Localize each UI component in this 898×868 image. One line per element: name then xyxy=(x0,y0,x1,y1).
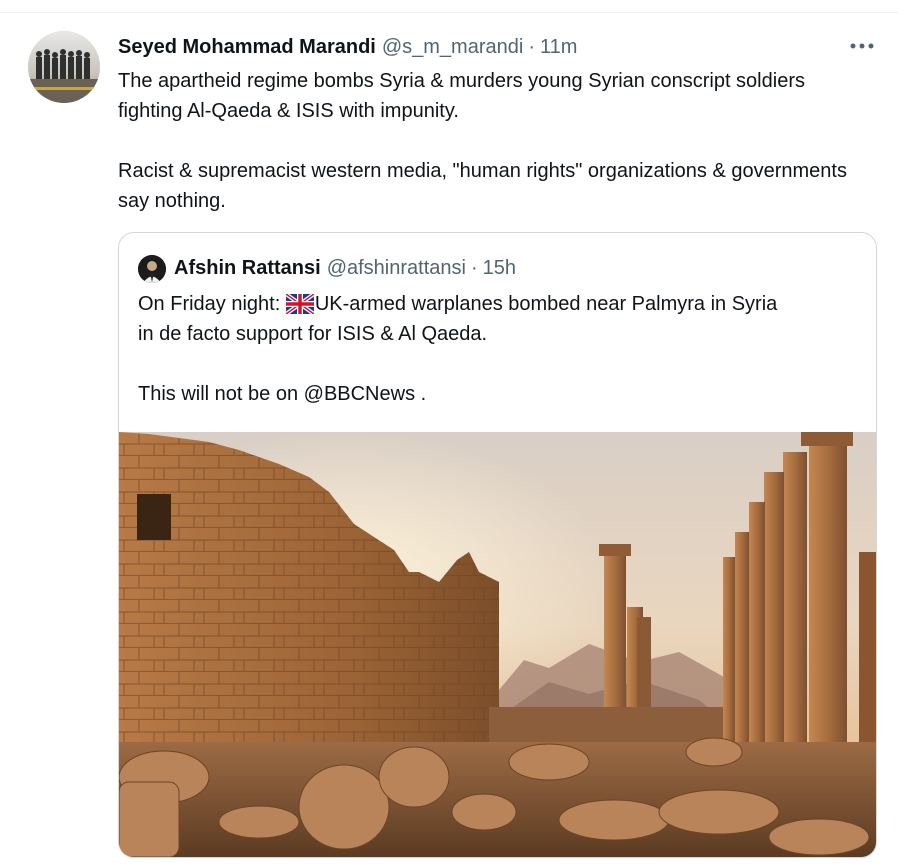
uk-flag-icon xyxy=(285,294,314,314)
person-portrait-icon xyxy=(138,255,166,283)
timeline-divider xyxy=(0,12,898,13)
tweet-text-paragraph-2: Racist & supremacist western media, "hum… xyxy=(118,160,847,212)
quoted-text-prefix: On Friday night: xyxy=(138,293,286,315)
soldiers-group-photo-icon xyxy=(28,31,100,103)
quoted-separator-dot: · xyxy=(470,256,478,279)
quoted-author-handle[interactable]: @afshinrattansi xyxy=(327,257,466,280)
quoted-text-line-1: On Friday night: UK-armed warplanes bomb… xyxy=(138,289,858,319)
quoted-tweet-text: On Friday night: UK-armed warplanes bomb… xyxy=(138,289,858,409)
tweet-text-paragraph-1: The apartheid regime bombs Syria & murde… xyxy=(118,70,805,122)
author-avatar[interactable] xyxy=(28,31,100,103)
more-horizontal-icon xyxy=(850,43,874,49)
palmyra-ruins-photo xyxy=(119,432,876,857)
author-handle[interactable]: @s_m_marandi xyxy=(382,36,523,59)
more-options-button[interactable] xyxy=(845,33,879,59)
quoted-author-name[interactable]: Afshin Rattansi xyxy=(174,257,321,280)
separator-dot: · xyxy=(528,35,535,58)
quoted-tweet-timestamp[interactable]: 15h xyxy=(483,257,516,280)
tweet-timestamp[interactable]: 11m xyxy=(540,36,577,59)
quoted-media-photo[interactable] xyxy=(119,432,876,857)
author-name[interactable]: Seyed Mohammad Marandi xyxy=(118,36,376,59)
quoted-text-rest: UK-armed warplanes bombed near Palmyra i… xyxy=(314,293,778,315)
tweet-header: Seyed Mohammad Marandi @s_m_marandi · 11… xyxy=(118,33,577,61)
quoted-author-avatar[interactable] xyxy=(138,255,166,283)
tweet-text: The apartheid regime bombs Syria & murde… xyxy=(118,66,858,216)
quoted-tweet-card[interactable]: Afshin Rattansi @afshinrattansi · 15h On… xyxy=(118,232,877,858)
quoted-text-line-2: in de facto support for ISIS & Al Qaeda. xyxy=(138,323,488,345)
quoted-tweet-header: Afshin Rattansi @afshinrattansi · 15h xyxy=(174,253,516,283)
quoted-text-line-3: This will not be on @BBCNews . xyxy=(138,383,427,405)
